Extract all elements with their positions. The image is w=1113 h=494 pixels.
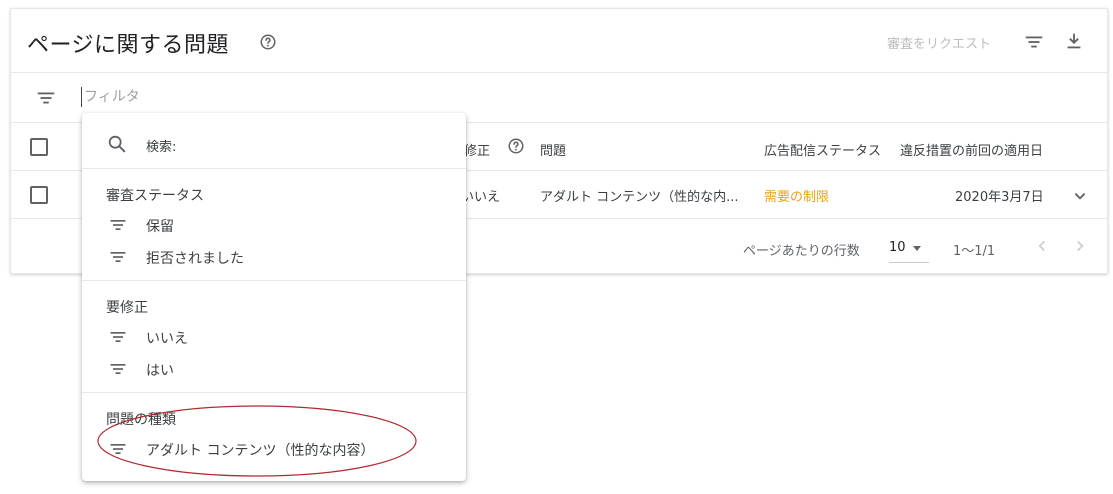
select-all-checkbox[interactable] [30, 138, 48, 156]
filter-group-issue-type: 問題の種類 アダルト コンテンツ（性的な内容） [82, 393, 466, 481]
filter-option-adult-content[interactable]: アダルト コンテンツ（性的な内容） [82, 433, 466, 465]
caret-down-icon [913, 246, 921, 251]
filter-option-label: いいえ [146, 331, 188, 347]
help-icon[interactable] [507, 137, 525, 155]
filter-group-title: 審査ステータス [106, 188, 204, 204]
filter-option-yes[interactable]: はい [82, 353, 466, 385]
filter-group-title: 要修正 [106, 300, 148, 316]
filter-option-label: 保留 [146, 219, 174, 235]
filter-option-label: アダルト コンテンツ（性的な内容） [146, 443, 375, 459]
filter-icon[interactable] [35, 87, 57, 109]
card-header: ページに関する問題 審査をリクエスト [11, 9, 1107, 73]
cell-last-enforced-date: 2020年3月7日 [955, 190, 1044, 205]
rows-per-page-select[interactable]: 10 [889, 237, 929, 263]
column-header-ad-serving-status[interactable]: 広告配信ステータス [764, 140, 881, 159]
filter-icon [110, 332, 126, 342]
help-icon[interactable] [259, 33, 277, 51]
row-checkbox[interactable] [30, 186, 48, 204]
search-label: 検索: [146, 140, 177, 155]
filter-icon [110, 444, 126, 454]
column-header-last-enforced-date[interactable]: 違反措置の前回の適用日 [900, 140, 1043, 159]
chevron-down-icon[interactable] [1069, 185, 1091, 207]
rows-per-page-value: 10 [889, 240, 906, 255]
filter-icon [110, 252, 126, 262]
cell-fix-required: いいえ [461, 190, 501, 205]
filter-group-review-status: 審査ステータス 保留 拒否されました [82, 169, 466, 281]
filter-input[interactable]: フィルタ [81, 87, 140, 107]
download-icon[interactable] [1063, 30, 1085, 52]
search-icon [108, 135, 126, 153]
chevron-left-icon[interactable] [1031, 235, 1053, 257]
dropdown-search[interactable]: 検索: [82, 113, 466, 169]
filter-option-label: はい [146, 363, 174, 379]
filter-dropdown-menu: 検索: 審査ステータス 保留 拒否されました 要修正 いいえ はい 問題の種類 … [82, 113, 466, 481]
rows-per-page-label: ページあたりの行数 [743, 244, 860, 259]
filter-icon [110, 364, 126, 374]
request-review-button[interactable]: 審査をリクエスト [887, 33, 991, 52]
cell-ad-serving-status: 需要の制限 [764, 190, 830, 205]
cell-issue: アダルト コンテンツ（性的な内... [540, 190, 739, 205]
filter-option-no[interactable]: いいえ [82, 321, 466, 353]
filter-icon [110, 220, 126, 230]
filter-group-fix-required: 要修正 いいえ はい [82, 281, 466, 393]
page-range: 1〜1/1 [953, 244, 996, 259]
filter-option-rejected[interactable]: 拒否されました [82, 241, 466, 273]
filter-icon[interactable] [1023, 31, 1045, 53]
column-header-issue[interactable]: 問題 [540, 140, 566, 159]
page-title: ページに関する問題 [27, 33, 230, 58]
filter-option-pending[interactable]: 保留 [82, 209, 466, 241]
filter-option-label: 拒否されました [146, 251, 244, 267]
filter-group-title: 問題の種類 [106, 412, 176, 428]
chevron-right-icon[interactable] [1069, 235, 1091, 257]
